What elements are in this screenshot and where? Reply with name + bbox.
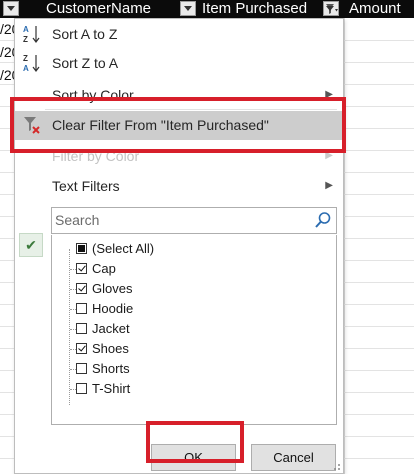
chevron-right-icon: ▶	[325, 180, 333, 191]
text-filters[interactable]: Text Filters ▶	[15, 172, 343, 200]
filter-active-button-item-purchased[interactable]	[323, 1, 339, 16]
svg-text:Z: Z	[23, 35, 28, 44]
clear-filter-label: Clear Filter From "Item Purchased"	[52, 117, 269, 133]
ok-button[interactable]: OK	[151, 444, 236, 471]
chevron-right-icon: ▶	[325, 150, 333, 161]
checkbox-t-shirt[interactable]	[76, 383, 87, 394]
header-row: CustomerName Item Purchased Amount	[0, 0, 414, 18]
filter-dropdown-button-customername[interactable]	[180, 1, 196, 16]
svg-text:A: A	[23, 64, 29, 73]
sort-a-to-z[interactable]: A Z Sort A to Z	[15, 20, 343, 48]
filter-by-color-label: Filter by Color	[52, 148, 140, 164]
svg-text:A: A	[23, 25, 29, 34]
checkbox-shorts[interactable]	[76, 363, 87, 374]
checkmark-icon: ✔	[19, 233, 43, 257]
value-checklist[interactable]: (Select All) Cap Gloves Hoodie Jacket Sh…	[51, 235, 337, 425]
header-customername: CustomerName	[46, 0, 152, 17]
list-item-label: Gloves	[92, 281, 133, 296]
header-item-purchased: Item Purchased	[202, 0, 308, 17]
list-item-label: Hoodie	[92, 301, 134, 316]
list-item-label: Shoes	[92, 341, 129, 356]
search-box[interactable]	[51, 207, 337, 234]
checkbox-hoodie[interactable]	[76, 303, 87, 314]
header-amount: Amount	[349, 0, 401, 17]
text-filters-label: Text Filters	[52, 178, 120, 194]
checkbox-jacket[interactable]	[76, 323, 87, 334]
checkbox-select-all[interactable]	[76, 243, 87, 254]
sort-z-to-a[interactable]: Z A Sort Z to A	[15, 49, 343, 77]
list-item-label: (Select All)	[92, 241, 155, 256]
list-item-label: Jacket	[92, 321, 130, 336]
checkbox-cap[interactable]	[76, 263, 87, 274]
sort-z-to-a-label: Sort Z to A	[52, 55, 119, 71]
search-input[interactable]	[55, 210, 300, 230]
filter-funnel-icon	[326, 4, 338, 14]
cancel-button[interactable]: Cancel	[251, 444, 336, 471]
resize-grip-icon[interactable]	[331, 461, 341, 471]
checkbox-shoes[interactable]	[76, 343, 87, 354]
filter-by-color[interactable]: Filter by Color ▶	[15, 142, 343, 170]
sort-by-color-label: Sort by Color	[52, 87, 134, 103]
svg-text:Z: Z	[23, 54, 28, 63]
clear-filter-item-purchased[interactable]: Clear Filter From "Item Purchased"	[15, 111, 343, 140]
list-item-label: Shorts	[92, 361, 130, 376]
list-item-label: T-Shirt	[92, 381, 131, 396]
checkbox-gloves[interactable]	[76, 283, 87, 294]
filter-dropdown-button-date[interactable]	[3, 1, 19, 16]
list-item-label: Cap	[92, 261, 116, 276]
sort-ascending-icon: A Z	[23, 25, 40, 44]
clear-filter-icon	[24, 117, 40, 134]
chevron-right-icon: ▶	[325, 89, 333, 100]
autofilter-dropdown: A Z Sort A to Z Z A Sort Z to A Sort by …	[14, 18, 344, 474]
sort-by-color[interactable]: Sort by Color ▶	[15, 81, 343, 109]
sort-descending-icon: Z A	[23, 54, 40, 73]
sort-a-to-z-label: Sort A to Z	[52, 26, 118, 42]
search-icon[interactable]	[314, 211, 332, 229]
